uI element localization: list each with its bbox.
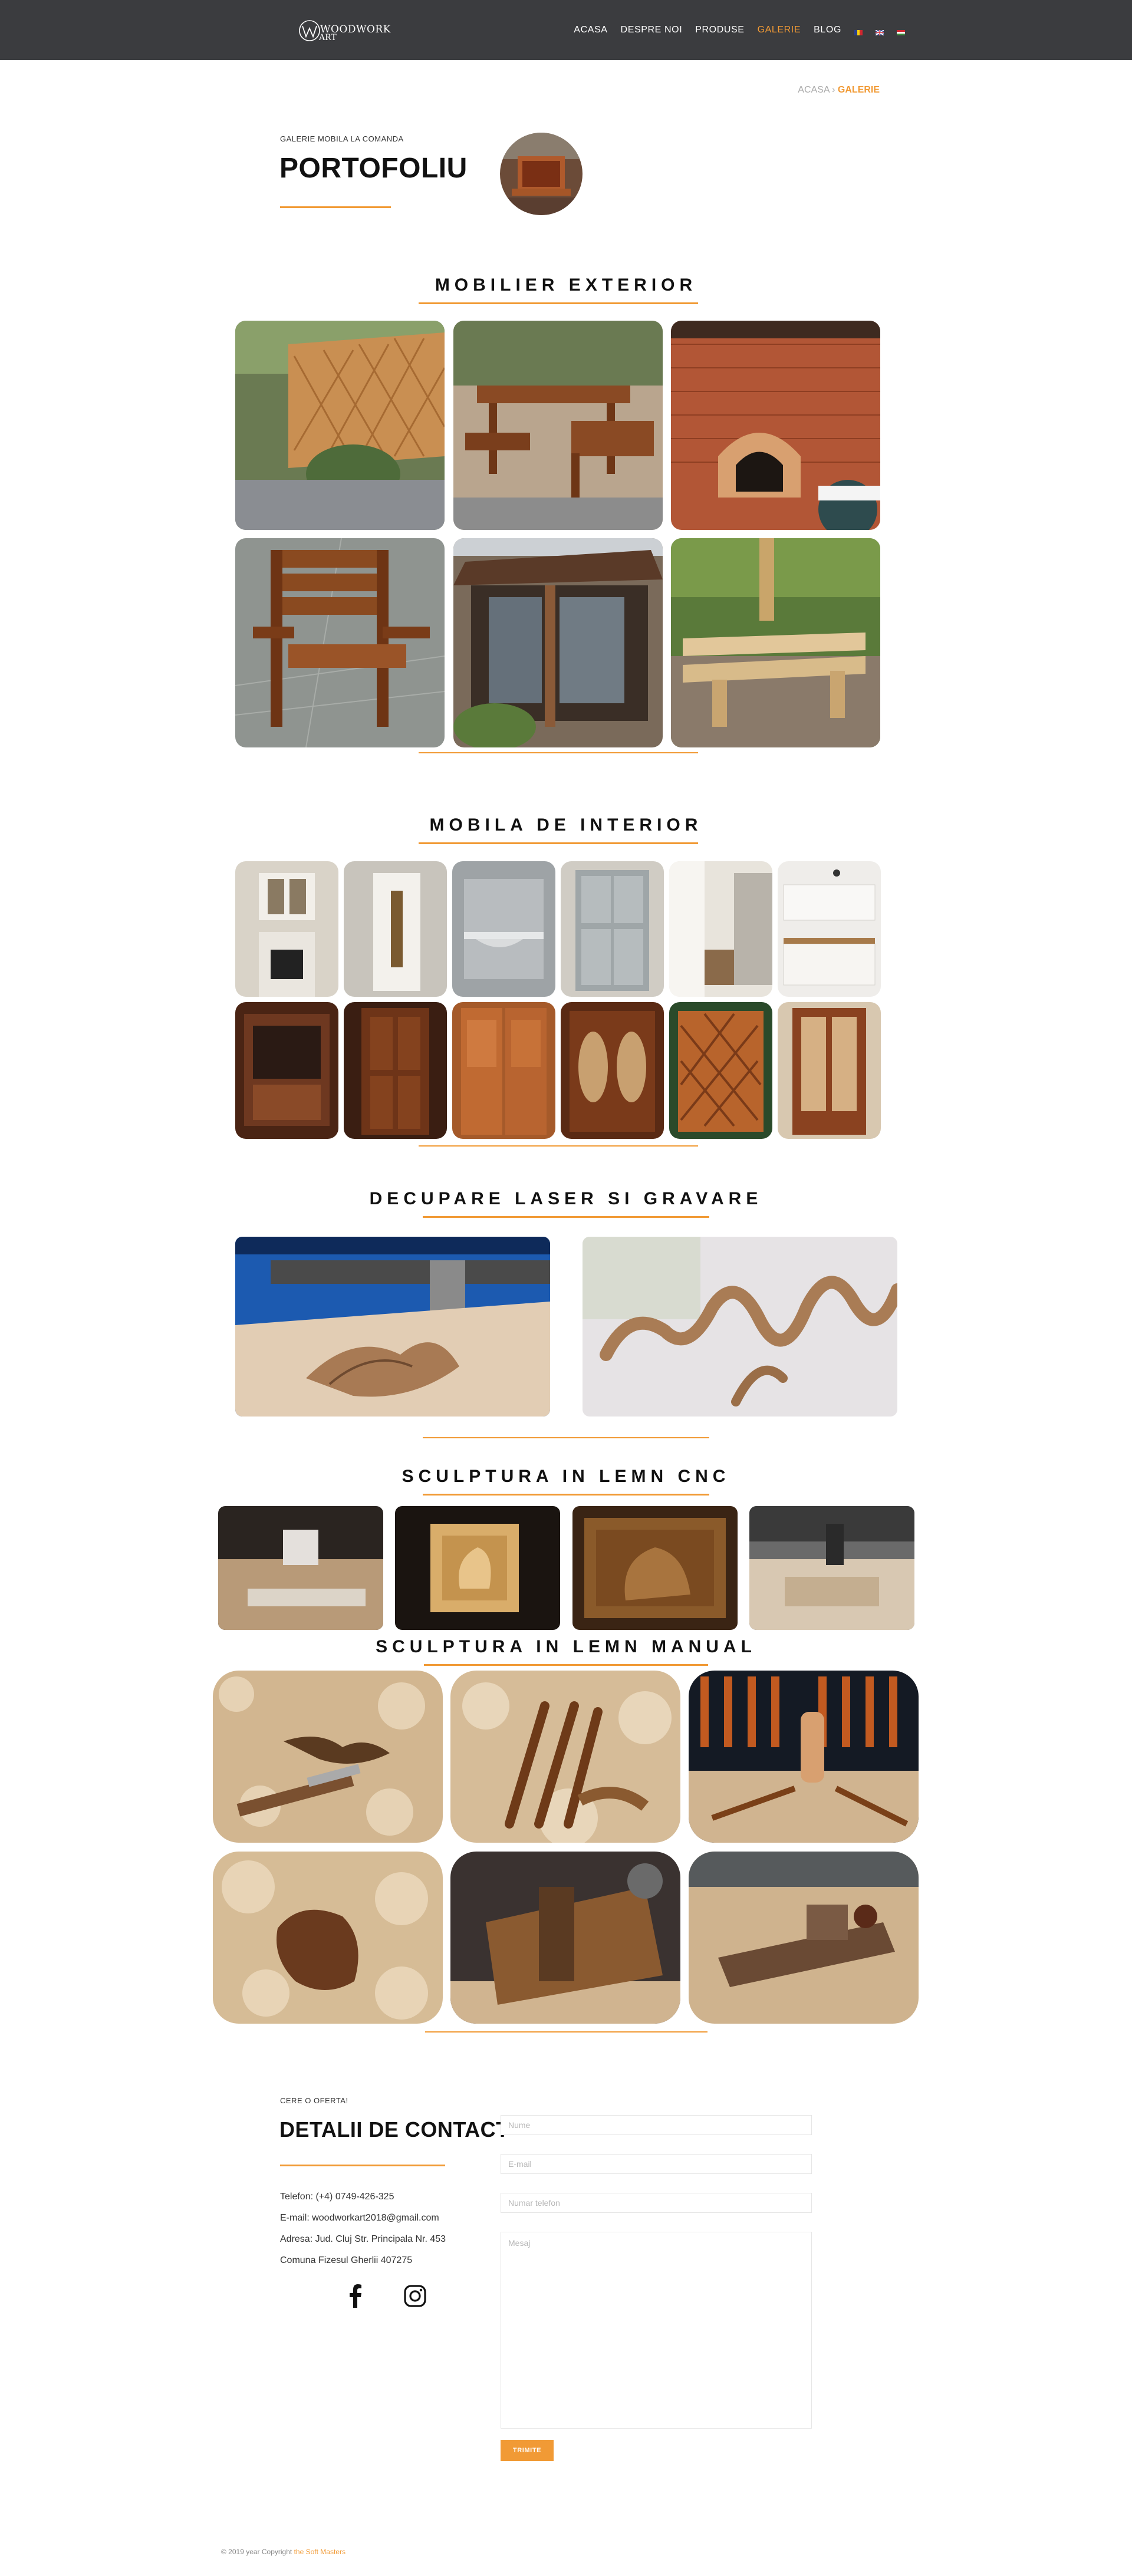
gallery-photo-cnc-horse-relief[interactable] bbox=[395, 1506, 560, 1630]
nav-item-produse[interactable]: PRODUSE bbox=[695, 25, 744, 35]
contact-eyebrow: CERE O OFERTA! bbox=[280, 2096, 348, 2105]
email-input[interactable] bbox=[501, 2154, 812, 2174]
section-rule-laser bbox=[423, 1216, 709, 1218]
page-eyebrow: GALERIE MOBILA LA COMANDA bbox=[280, 134, 404, 143]
gallery-photo-carving-knife[interactable] bbox=[213, 1671, 443, 1843]
footer-copyright: © 2019 year Copyright the Soft Masters bbox=[221, 2548, 345, 2556]
gallery-photo-grey-shelves[interactable] bbox=[452, 861, 555, 997]
header-photo-table bbox=[500, 133, 583, 215]
gallery-photo-kitchen-cabinet[interactable] bbox=[235, 861, 338, 997]
gallery-photo-grey-wardrobe[interactable] bbox=[561, 861, 664, 997]
phone-input[interactable] bbox=[501, 2193, 812, 2213]
top-navigation-bar: WOODWORK ART ACASA DESPRE NOI PRODUSE GA… bbox=[0, 0, 1132, 60]
woodwork-art-logo[interactable]: WOODWORK ART bbox=[298, 19, 390, 42]
gallery-photo-wood-bar-cabinet[interactable] bbox=[235, 1002, 338, 1139]
gallery-photo-white-kitchen[interactable] bbox=[778, 861, 881, 997]
section-title-exterior: MOBILIER EXTERIOR bbox=[435, 275, 697, 295]
uk-flag-icon[interactable] bbox=[875, 28, 884, 36]
gallery-photo-carved-figure[interactable] bbox=[213, 1852, 443, 2024]
nav-item-despre-noi[interactable]: DESPRE NOI bbox=[621, 25, 683, 35]
name-input[interactable] bbox=[501, 2115, 812, 2135]
gallery-photo-wooden-armchair[interactable] bbox=[235, 538, 445, 747]
nav-item-galerie[interactable]: GALERIE bbox=[758, 25, 801, 35]
romania-flag-icon[interactable] bbox=[854, 28, 863, 35]
breadcrumb-home[interactable]: ACASA bbox=[798, 85, 829, 95]
gallery-photo-lattice-cabinet[interactable] bbox=[669, 1002, 772, 1139]
facebook-icon[interactable] bbox=[344, 2284, 367, 2308]
contact-address: Adresa: Jud. Cluj Str. Principala Nr. 45… bbox=[280, 2234, 446, 2244]
gallery-photo-glass-display-cabinet[interactable] bbox=[778, 1002, 881, 1139]
logo-text-bottom: ART bbox=[319, 33, 337, 42]
nav-item-acasa[interactable]: ACASA bbox=[574, 25, 607, 35]
breadcrumb-current: GALERIE bbox=[837, 85, 880, 95]
contact-email[interactable]: E-mail: woodworkart2018@gmail.com bbox=[280, 2213, 439, 2223]
gallery-photo-cnc-router-1[interactable] bbox=[218, 1506, 383, 1630]
gallery-photo-cnc-router-2[interactable] bbox=[749, 1506, 914, 1630]
section-title-laser: DECUPARE LASER SI GRAVARE bbox=[369, 1189, 763, 1208]
footer-text: © 2019 year Copyright bbox=[221, 2548, 292, 2556]
nav-item-blog[interactable]: BLOG bbox=[814, 25, 841, 35]
footer-brand-link[interactable]: the Soft Masters bbox=[294, 2548, 345, 2556]
gallery-photo-white-door[interactable] bbox=[344, 861, 447, 997]
gallery-photo-wood-door[interactable] bbox=[344, 1002, 447, 1139]
section-title-manual: SCULPTURA IN LEMN MANUAL bbox=[376, 1637, 756, 1656]
section-divider-exterior bbox=[419, 752, 698, 753]
instagram-icon[interactable] bbox=[403, 2284, 427, 2308]
contact-address-locality: Comuna Fizesul Gherlii 407275 bbox=[280, 2255, 413, 2265]
gallery-photo-hand-plane-1[interactable] bbox=[450, 1852, 680, 2024]
section-title-interior: MOBILA DE INTERIOR bbox=[429, 815, 703, 835]
section-rule-interior bbox=[419, 842, 698, 844]
message-textarea[interactable] bbox=[501, 2232, 812, 2429]
contact-title-underline bbox=[280, 2165, 445, 2166]
gallery-photo-hand-plane-2[interactable] bbox=[689, 1852, 919, 2024]
logo-circle-icon bbox=[299, 20, 320, 41]
section-rule-exterior bbox=[419, 302, 698, 304]
gallery-photo-tool-set[interactable] bbox=[689, 1671, 919, 1843]
main-menu: ACASA DESPRE NOI PRODUSE GALERIE BLOG bbox=[574, 0, 905, 60]
section-rule-cnc bbox=[423, 1494, 709, 1495]
title-underline bbox=[280, 206, 391, 208]
breadcrumb: ACASA › GALERIE bbox=[798, 85, 880, 95]
gallery-photo-carved-wardrobe[interactable] bbox=[561, 1002, 664, 1139]
section-divider-interior bbox=[419, 1145, 698, 1147]
gallery-photo-engraved-wood-lettering[interactable] bbox=[583, 1237, 897, 1417]
page-title: PORTOFOLIU bbox=[279, 153, 468, 184]
section-divider-manual bbox=[425, 2031, 708, 2033]
section-divider-laser bbox=[423, 1437, 709, 1438]
gallery-photo-laser-cutter[interactable] bbox=[235, 1237, 550, 1417]
breadcrumb-separator: › bbox=[832, 85, 835, 95]
gallery-photo-brick-oven[interactable] bbox=[671, 321, 880, 530]
send-button[interactable]: TRIMITE bbox=[501, 2440, 554, 2461]
gallery-photo-gazebo[interactable] bbox=[453, 538, 663, 747]
gallery-photo-garden-table-set[interactable] bbox=[453, 321, 663, 530]
gallery-photo-garden-bench[interactable] bbox=[671, 538, 880, 747]
contact-phone[interactable]: Telefon: (+4) 0749-426-325 bbox=[280, 2192, 394, 2202]
gallery-photo-pine-wardrobe[interactable] bbox=[452, 1002, 555, 1139]
hungary-flag-icon[interactable] bbox=[897, 28, 905, 35]
gallery-photo-cnc-horse-carving[interactable] bbox=[572, 1506, 738, 1630]
contact-title: DETALII DE CONTACT bbox=[279, 2117, 509, 2142]
section-title-cnc: SCULPTURA IN LEMN CNC bbox=[402, 1467, 730, 1486]
section-rule-manual bbox=[424, 1664, 708, 1666]
gallery-photo-chisels[interactable] bbox=[450, 1671, 680, 1843]
gallery-photo-white-hallway[interactable] bbox=[669, 861, 772, 997]
gallery-photo-lattice-fence[interactable] bbox=[235, 321, 445, 530]
